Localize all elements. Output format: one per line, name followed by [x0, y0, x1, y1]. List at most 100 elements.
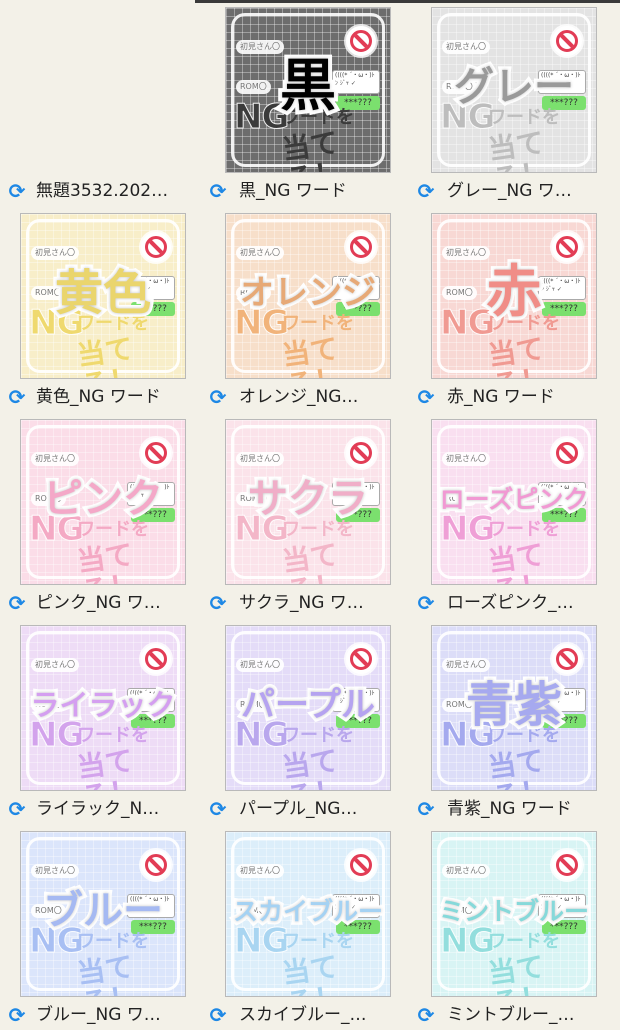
thumbnail[interactable]: 初見さん〇 ROM〇 ((((* ´・ω・)ﾄﾝ ｼﾞｬ ✓ ***??? NG ワードを…: [431, 213, 597, 379]
ng-sub-text: ワードを: [77, 931, 149, 952]
file-name[interactable]: 青紫_NG ワード: [447, 798, 572, 820]
label-bubble: 初見さん〇: [236, 864, 284, 878]
file-name[interactable]: サクラ_NG ワ…: [239, 592, 364, 614]
ng-sub-text: ワードを: [488, 931, 560, 952]
file-item[interactable]: 初見さん〇 ROM〇 ((((* ´・ω・)ﾄﾝ ｼﾞｬ ✓ ***??? NG ワードを…: [0, 412, 205, 618]
ng-text: NG: [439, 509, 495, 549]
label-bubble: 初見さん〇: [31, 658, 79, 672]
color-title: 黒: [276, 52, 340, 122]
thumbnail[interactable]: 初見さん〇 ROM〇 ((((* ´・ω・)ﾄﾝ ｼﾞｬ ✓ ***??? NG ワードを…: [225, 625, 391, 791]
thumbnail[interactable]: 初見さん〇 ROM〇 ((((* ´・ω・)ﾄﾝ ｼﾞｬ ✓ ***??? NG ワードを…: [20, 213, 186, 379]
label-bubble: 初見さん〇: [31, 864, 79, 878]
file-item[interactable]: 初見さん〇 ROM〇 ((((* ´・ω・)ﾄﾝ ｼﾞｬ ✓ ***??? NG ワードを…: [411, 0, 616, 206]
file-item[interactable]: 初見さん〇 ROM〇 ((((* ´・ω・)ﾄﾝ ｼﾞｬ ✓ ***??? NG ワードを…: [205, 412, 410, 618]
prohibited-icon: [552, 850, 582, 880]
label-bubble: 初見さん〇: [31, 246, 79, 260]
thumbnail[interactable]: 初見さん〇 ROM〇 ((((* ´・ω・)ﾄﾝ ｼﾞｬ ✓ ***??? NG ワードを…: [431, 7, 597, 173]
file-name[interactable]: ピンク_NG ワ…: [36, 592, 161, 614]
label-bubble: 初見さん〇: [442, 658, 490, 672]
file-item[interactable]: 初見さん〇 ROM〇 ((((* ´・ω・)ﾄﾝ ｼﾞｬ ✓ ***??? NG ワードを…: [0, 206, 205, 412]
file-name[interactable]: 黄色_NG ワード: [36, 386, 161, 408]
color-title: 青紫: [462, 675, 565, 736]
ng-sub-text: ワードを: [488, 107, 560, 128]
file-item[interactable]: 初見さん〇 ROM〇 ((((* ´・ω・)ﾄﾝ ｼﾞｬ ✓ ***??? NG ワードを…: [411, 618, 616, 824]
color-title: サクラ: [245, 473, 372, 526]
label-bubble: 初見さん〇: [236, 452, 284, 466]
file-name[interactable]: グレー_NG ワ…: [447, 180, 572, 202]
sync-icon: ⟳: [417, 797, 435, 821]
thumbnail[interactable]: 初見さん〇 ROM〇 ((((* ´・ω・)ﾄﾝ ｼﾞｬ ✓ ***??? NG ワードを…: [20, 419, 186, 585]
ng-sub-text: ワードを: [77, 725, 149, 746]
ng-sub-text: ワードを: [282, 519, 354, 540]
file-item[interactable]: 初見さん〇 ROM〇 ((((* ´・ω・)ﾄﾝ ｼﾞｬ ✓ ***??? NG ワードを…: [411, 412, 616, 618]
ng-text: NG: [28, 715, 84, 755]
prohibited-icon: [552, 232, 582, 262]
color-title: ピンク: [40, 473, 167, 526]
label-bubble: 初見さん〇: [442, 452, 490, 466]
file-name[interactable]: オレンジ_NG…: [239, 386, 358, 408]
ng-sub-text: ワードを: [282, 725, 354, 746]
ng-text: NG: [233, 921, 289, 961]
prohibited-icon: [552, 438, 582, 468]
file-item[interactable]: ⟳ 無題3532.202…: [0, 0, 205, 206]
file-name[interactable]: ミントブルー_…: [447, 1004, 575, 1026]
sync-icon: ⟳: [8, 385, 26, 409]
thumbnail[interactable]: 初見さん〇 ROM〇 ((((* ´・ω・)ﾄﾝ ｼﾞｬ ✓ ***??? NG ワードを…: [225, 831, 391, 997]
label-bubble: 初見さん〇: [236, 658, 284, 672]
file-name[interactable]: ライラック_N…: [36, 798, 159, 820]
file-item[interactable]: 初見さん〇 ROM〇 ((((* ´・ω・)ﾄﾝ ｼﾞｬ ✓ ***??? NG ワードを…: [0, 824, 205, 1030]
thumbnail[interactable]: 初見さん〇 ROM〇 ((((* ´・ω・)ﾄﾝ ｼﾞｬ ✓ ***??? NG ワードを…: [225, 7, 391, 173]
file-item[interactable]: 初見さん〇 ROM〇 ((((* ´・ω・)ﾄﾝ ｼﾞｬ ✓ ***??? NG ワードを…: [205, 0, 410, 206]
ng-sub-text: ワードを: [282, 313, 354, 334]
sync-icon: ⟳: [209, 385, 227, 409]
file-name[interactable]: パープル_NG…: [239, 798, 357, 820]
file-item[interactable]: 初見さん〇 ROM〇 ((((* ´・ω・)ﾄﾝ ｼﾞｬ ✓ ***??? NG ワードを…: [205, 618, 410, 824]
ng-sub-text: ワードを: [488, 519, 560, 540]
sync-icon: ⟳: [417, 591, 435, 615]
file-item[interactable]: 初見さん〇 ROM〇 ((((* ´・ω・)ﾄﾝ ｼﾞｬ ✓ ***??? NG ワードを…: [411, 206, 616, 412]
file-name[interactable]: ローズピンク_…: [447, 592, 574, 614]
sync-icon: ⟳: [209, 591, 227, 615]
file-grid: ⟳ 無題3532.202… 初見さん〇 ROM〇 ((((* ´・ω・)ﾄﾝ ｼﾞｬ ✓…: [0, 0, 620, 1026]
file-name[interactable]: 黒_NG ワード: [239, 180, 347, 202]
sync-icon: ⟳: [8, 1003, 26, 1027]
color-title: スカイブルー: [229, 893, 386, 929]
file-name[interactable]: 赤_NG ワード: [447, 386, 555, 408]
file-item[interactable]: 初見さん〇 ROM〇 ((((* ´・ω・)ﾄﾝ ｼﾞｬ ✓ ***??? NG ワードを…: [205, 824, 410, 1030]
file-name[interactable]: ブルー_NG ワ…: [36, 1004, 161, 1026]
prohibited-icon: [141, 438, 171, 468]
ng-sub-text: ワードを: [77, 519, 149, 540]
sync-icon: ⟳: [209, 797, 227, 821]
prohibited-icon: [141, 850, 171, 880]
thumbnail[interactable]: 初見さん〇 ROM〇 ((((* ´・ω・)ﾄﾝ ｼﾞｬ ✓ ***??? NG ワードを…: [20, 625, 186, 791]
file-item[interactable]: 初見さん〇 ROM〇 ((((* ´・ω・)ﾄﾝ ｼﾞｬ ✓ ***??? NG ワードを…: [0, 618, 205, 824]
prohibited-icon: [346, 438, 376, 468]
prohibited-icon: [552, 26, 582, 56]
prohibited-icon: [346, 26, 376, 56]
ng-text: NG: [439, 921, 495, 961]
color-title: オレンジ: [237, 270, 380, 317]
sync-icon: ⟳: [209, 179, 227, 203]
sync-icon: ⟳: [8, 591, 26, 615]
label-bubble: 初見さん〇: [236, 246, 284, 260]
file-name[interactable]: スカイブルー_…: [239, 1004, 367, 1026]
thumbnail[interactable]: 初見さん〇 ROM〇 ((((* ´・ω・)ﾄﾝ ｼﾞｬ ✓ ***??? NG ワードを…: [431, 419, 597, 585]
thumbnail[interactable]: 初見さん〇 ROM〇 ((((* ´・ω・)ﾄﾝ ｼﾞｬ ✓ ***??? NG ワードを…: [225, 213, 391, 379]
ng-sub-text: ワードを: [282, 931, 354, 952]
prohibited-icon: [141, 644, 171, 674]
file-name[interactable]: 無題3532.202…: [36, 180, 168, 202]
color-title: ライラック: [27, 684, 179, 725]
thumbnail[interactable]: 初見さん〇 ROM〇 ((((* ´・ω・)ﾄﾝ ｼﾞｬ ✓ ***??? NG ワードを…: [225, 419, 391, 585]
sync-icon: ⟳: [8, 797, 26, 821]
file-item[interactable]: 初見さん〇 ROM〇 ((((* ´・ω・)ﾄﾝ ｼﾞｬ ✓ ***??? NG ワードを…: [205, 206, 410, 412]
sync-icon: ⟳: [417, 179, 435, 203]
color-title: ブルー: [40, 885, 167, 938]
file-item[interactable]: 初見さん〇 ROM〇 ((((* ´・ω・)ﾄﾝ ｼﾞｬ ✓ ***??? NG ワードを…: [411, 824, 616, 1030]
thumbnail[interactable]: 初見さん〇 ROM〇 ((((* ´・ω・)ﾄﾝ ｼﾞｬ ✓ ***??? NG ワードを…: [431, 831, 597, 997]
prohibited-icon: [346, 232, 376, 262]
thumbnail[interactable]: 初見さん〇 ROM〇 ((((* ´・ω・)ﾄﾝ ｼﾞｬ ✓ ***??? NG ワードを…: [20, 831, 186, 997]
prohibited-icon: [141, 232, 171, 262]
thumbnail[interactable]: 初見さん〇 ROM〇 ((((* ´・ω・)ﾄﾝ ｼﾞｬ ✓ ***??? NG ワードを…: [431, 625, 597, 791]
label-bubble: 初見さん〇: [442, 246, 490, 260]
color-title: ローズピンク: [436, 481, 592, 517]
